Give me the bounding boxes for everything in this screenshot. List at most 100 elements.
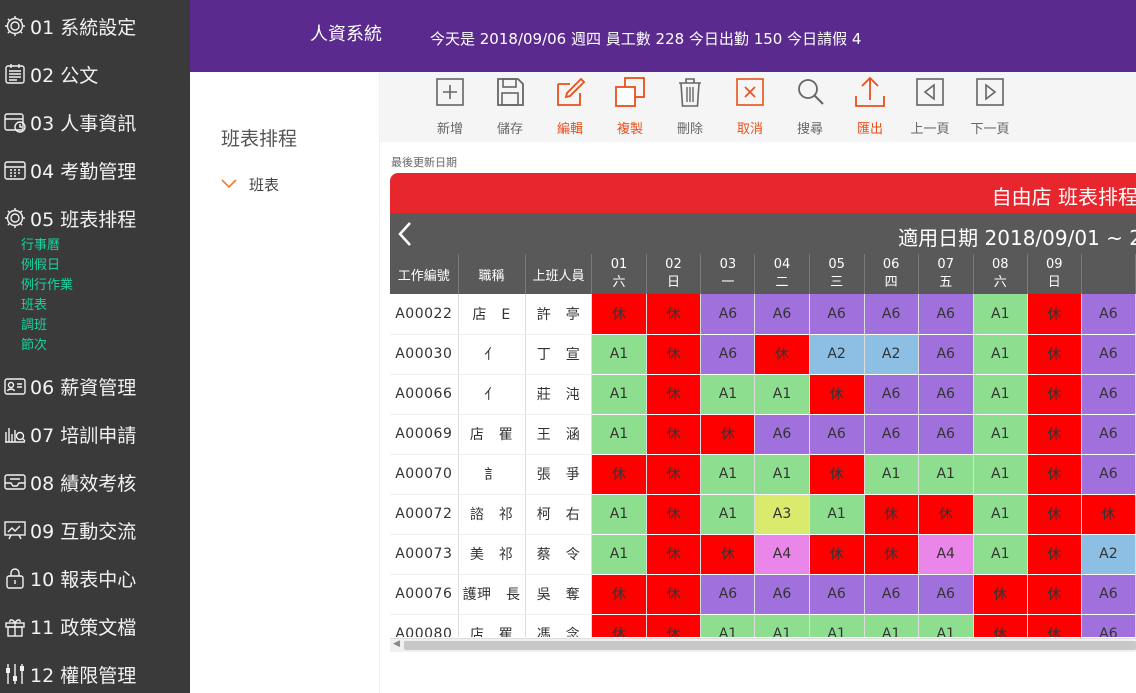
prev-page-button[interactable]: 上一頁 <box>900 76 960 137</box>
shift-cell[interactable]: 休 <box>646 334 702 375</box>
shift-cell[interactable]: 休 <box>1027 414 1082 455</box>
sidebar-item-documents[interactable]: 02 公文 <box>0 59 98 89</box>
shift-cell[interactable]: A2 <box>809 334 865 375</box>
add-button[interactable]: 新增 <box>420 76 480 137</box>
module-item-schedule[interactable]: 班表 <box>221 174 279 195</box>
shift-cell[interactable]: A1 <box>809 494 865 535</box>
shift-cell[interactable]: A2 <box>1081 534 1136 575</box>
horizontal-scrollbar[interactable]: ◀ <box>390 638 1136 652</box>
shift-cell[interactable]: A4 <box>754 534 810 575</box>
shift-cell[interactable]: 休 <box>646 414 702 455</box>
shift-cell[interactable]: A6 <box>700 334 756 375</box>
shift-cell[interactable]: A6 <box>918 374 974 415</box>
shift-cell[interactable]: 休 <box>646 374 702 415</box>
sidebar-subitem-shift-table[interactable]: 班表 <box>21 294 47 313</box>
shift-cell[interactable]: 休 <box>1027 574 1082 615</box>
shift-cell[interactable]: A1 <box>973 374 1028 415</box>
shift-cell[interactable]: A1 <box>700 614 756 637</box>
shift-cell[interactable]: A1 <box>700 454 756 495</box>
scrollbar-thumb[interactable] <box>404 641 1136 650</box>
shift-cell[interactable]: 休 <box>1027 494 1082 535</box>
shift-cell[interactable]: 休 <box>646 294 702 335</box>
shift-cell[interactable]: A1 <box>973 534 1028 575</box>
shift-cell[interactable]: A6 <box>754 574 810 615</box>
sidebar-item-personnel-info[interactable]: 03 人事資訊 <box>0 107 136 137</box>
shift-cell[interactable]: 休 <box>1027 534 1082 575</box>
shift-cell[interactable]: 休 <box>809 534 865 575</box>
shift-cell[interactable]: 休 <box>646 454 702 495</box>
shift-cell[interactable]: A6 <box>1081 574 1136 615</box>
shift-cell[interactable]: 休 <box>1027 334 1082 375</box>
shift-cell[interactable]: A6 <box>1081 294 1136 335</box>
save-button[interactable]: 儲存 <box>480 76 540 137</box>
shift-cell[interactable]: A6 <box>754 414 810 455</box>
shift-cell[interactable]: 休 <box>646 614 702 637</box>
shift-cell[interactable]: 休 <box>809 374 865 415</box>
shift-cell[interactable]: A3 <box>754 494 810 535</box>
shift-cell[interactable]: A1 <box>700 374 756 415</box>
shift-cell[interactable]: A1 <box>918 614 974 637</box>
shift-cell[interactable]: A4 <box>918 534 974 575</box>
shift-cell[interactable]: A6 <box>809 294 865 335</box>
sidebar-item-attendance[interactable]: 04 考勤管理 <box>0 155 136 185</box>
shift-cell[interactable]: A6 <box>918 334 974 375</box>
shift-cell[interactable]: 休 <box>864 534 919 575</box>
shift-cell[interactable]: 休 <box>809 454 865 495</box>
search-button[interactable]: 搜尋 <box>780 76 840 137</box>
sidebar-subitem-shift-swap[interactable]: 調班 <box>21 314 47 333</box>
shift-cell[interactable]: A1 <box>591 374 647 415</box>
next-page-button[interactable]: 下一頁 <box>960 76 1020 137</box>
shift-cell[interactable]: 休 <box>646 534 702 575</box>
sidebar-item-interaction[interactable]: 09 互動交流 <box>0 515 136 545</box>
sidebar-item-training[interactable]: 07 培訓申請 <box>0 419 136 449</box>
delete-button[interactable]: 刪除 <box>660 76 720 137</box>
shift-cell[interactable]: A1 <box>864 454 919 495</box>
shift-cell[interactable]: A1 <box>700 494 756 535</box>
shift-cell[interactable]: A1 <box>864 614 919 637</box>
shift-cell[interactable]: A6 <box>918 574 974 615</box>
shift-cell[interactable]: 休 <box>591 454 647 495</box>
shift-cell[interactable]: 休 <box>973 614 1028 637</box>
shift-cell[interactable]: 休 <box>700 414 756 455</box>
shift-cell[interactable]: 休 <box>1081 494 1136 535</box>
shift-cell[interactable]: A6 <box>864 414 919 455</box>
prev-period-icon[interactable] <box>396 221 416 247</box>
shift-cell[interactable]: 休 <box>646 494 702 535</box>
shift-cell[interactable]: A1 <box>754 374 810 415</box>
shift-cell[interactable]: A1 <box>591 494 647 535</box>
shift-cell[interactable]: A6 <box>918 414 974 455</box>
shift-cell[interactable]: A1 <box>809 614 865 637</box>
sidebar-subitem-holidays[interactable]: 例假日 <box>21 254 60 273</box>
shift-cell[interactable]: A6 <box>1081 454 1136 495</box>
shift-cell[interactable]: A1 <box>754 614 810 637</box>
sidebar-subitem-calendar[interactable]: 行事曆 <box>21 234 60 253</box>
shift-cell[interactable]: 休 <box>918 494 974 535</box>
shift-cell[interactable]: A6 <box>918 294 974 335</box>
edit-button[interactable]: 編輯 <box>540 76 600 137</box>
shift-cell[interactable]: 休 <box>973 574 1028 615</box>
shift-cell[interactable]: 休 <box>591 614 647 637</box>
shift-cell[interactable]: A6 <box>864 294 919 335</box>
shift-cell[interactable]: 休 <box>864 494 919 535</box>
shift-cell[interactable]: A1 <box>973 414 1028 455</box>
shift-cell[interactable]: A6 <box>809 574 865 615</box>
sidebar-item-policy-docs[interactable]: 11 政策文檔 <box>0 611 136 641</box>
sidebar-item-performance[interactable]: 08 績效考核 <box>0 467 136 497</box>
shift-cell[interactable]: A2 <box>864 334 919 375</box>
sidebar-item-reports[interactable]: 10 報表中心 <box>0 563 136 593</box>
sidebar-item-system-settings[interactable]: 01 系統設定 <box>0 11 136 41</box>
shift-cell[interactable]: 休 <box>754 334 810 375</box>
shift-cell[interactable]: A1 <box>973 294 1028 335</box>
cancel-button[interactable]: 取消 <box>720 76 780 137</box>
export-button[interactable]: 匯出 <box>840 76 900 137</box>
shift-cell[interactable]: A6 <box>1081 334 1136 375</box>
shift-cell[interactable]: A1 <box>973 334 1028 375</box>
shift-cell[interactable]: A6 <box>864 574 919 615</box>
shift-cell[interactable]: A6 <box>1081 614 1136 637</box>
copy-button[interactable]: 複製 <box>600 76 660 137</box>
shift-cell[interactable]: A1 <box>973 454 1028 495</box>
shift-cell[interactable]: A1 <box>591 534 647 575</box>
sidebar-item-payroll[interactable]: 06 薪資管理 <box>0 371 136 401</box>
shift-cell[interactable]: A6 <box>1081 374 1136 415</box>
shift-cell[interactable]: 休 <box>1027 614 1082 637</box>
